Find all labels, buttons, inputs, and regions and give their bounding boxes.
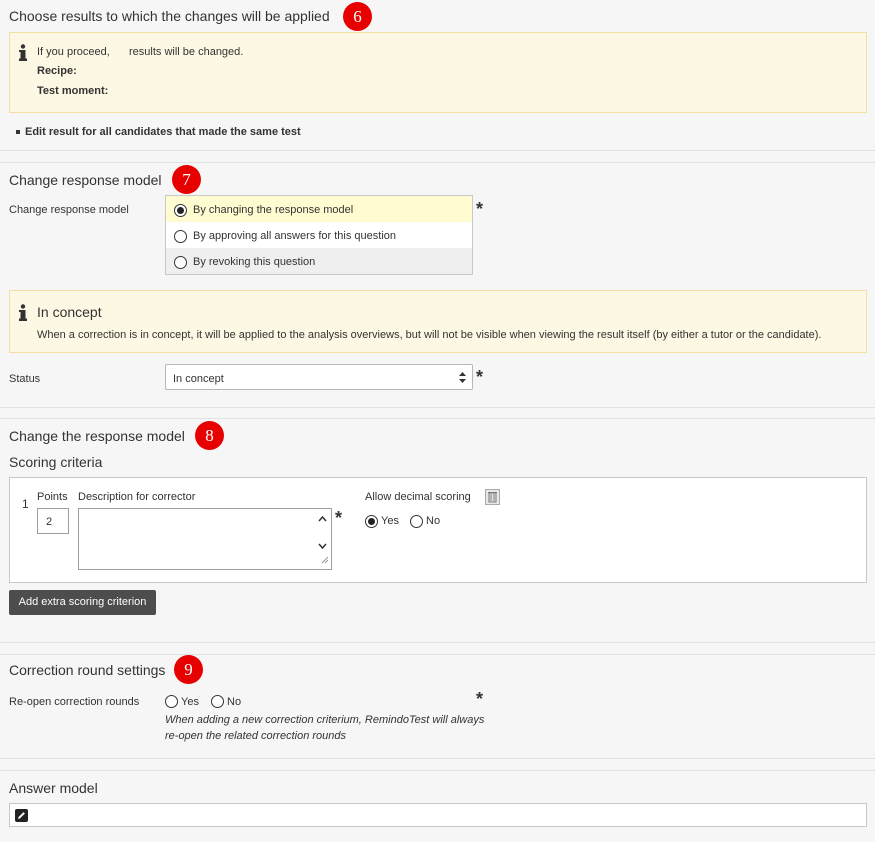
- section-title: Change the response model: [9, 428, 185, 444]
- bullet-icon: [16, 130, 20, 134]
- decimal-scoring-label: Allow decimal scoring: [365, 491, 471, 503]
- description-textarea[interactable]: [78, 508, 332, 570]
- resize-grip-icon[interactable]: [321, 555, 329, 567]
- option-changing-response-model[interactable]: By changing the response model: [166, 196, 472, 222]
- option-label: By changing the response model: [193, 204, 354, 216]
- reopen-hint-line2: re-open the related correction rounds: [165, 730, 346, 742]
- decimal-yes-radio[interactable]: [365, 515, 378, 528]
- scroll-up-icon[interactable]: [318, 513, 327, 525]
- divider: [0, 162, 875, 163]
- field-label: Change response model: [9, 204, 129, 216]
- step-badge: 9: [174, 655, 203, 684]
- decimal-yes-label: Yes: [381, 515, 399, 527]
- radio-button[interactable]: [174, 256, 187, 269]
- divider: [0, 150, 875, 151]
- info-line-suffix: results will be changed.: [129, 46, 244, 58]
- option-approving-all-answers[interactable]: By approving all answers for this questi…: [166, 222, 472, 248]
- divider: [0, 418, 875, 419]
- required-marker: *: [476, 689, 484, 709]
- select-arrows-icon: [459, 372, 466, 386]
- response-model-radio-group: By changing the response model By approv…: [165, 195, 473, 275]
- scroll-down-icon[interactable]: [318, 540, 327, 552]
- pencil-icon[interactable]: [15, 809, 28, 825]
- decimal-no-radio[interactable]: [410, 515, 423, 528]
- step-badge: 7: [172, 165, 201, 194]
- section-title: Choose results to which the changes will…: [9, 8, 330, 24]
- recipe-label: Recipe:: [37, 65, 77, 77]
- divider: [0, 758, 875, 759]
- edit-all-candidates-link[interactable]: Edit result for all candidates that made…: [25, 126, 301, 138]
- description-label: Description for corrector: [78, 491, 196, 503]
- answer-model-title: Answer model: [9, 780, 98, 796]
- radio-button[interactable]: [174, 230, 187, 243]
- status-select[interactable]: In concept: [165, 364, 473, 390]
- info-line-prefix: If you proceed,: [37, 46, 110, 58]
- status-value: In concept: [173, 373, 224, 385]
- section-apply-results: Choose results to which the changes will…: [0, 0, 875, 150]
- test-moment-label: Test moment:: [37, 85, 109, 97]
- reopen-yes-label: Yes: [181, 696, 199, 708]
- criterion-index: 1: [22, 497, 29, 511]
- section-title: Correction round settings: [9, 662, 166, 678]
- divider: [0, 642, 875, 643]
- decimal-no-label: No: [426, 515, 441, 527]
- concept-title: In concept: [37, 304, 102, 320]
- reopen-hint-line1: When adding a new correction criterium, …: [165, 714, 485, 726]
- info-box: If you proceed, results will be changed.…: [9, 32, 867, 113]
- trash-icon[interactable]: [485, 489, 500, 508]
- step-badge: 8: [195, 421, 224, 450]
- status-label: Status: [9, 373, 41, 385]
- step-badge: 6: [343, 2, 372, 31]
- concept-info-box: In concept When a correction is in conce…: [9, 290, 867, 353]
- concept-text: When a correction is in concept, it will…: [37, 329, 822, 341]
- points-value: 2: [46, 516, 53, 528]
- divider: [0, 770, 875, 771]
- required-marker: *: [335, 508, 343, 528]
- scoring-criteria-title: Scoring criteria: [9, 454, 103, 470]
- option-revoking-question[interactable]: By revoking this question: [166, 248, 472, 274]
- scoring-criterion-row: 1 Points 2 Description for corrector * A…: [9, 477, 867, 583]
- divider: [0, 654, 875, 655]
- reopen-label: Re-open correction rounds: [9, 696, 140, 708]
- radio-button[interactable]: [174, 204, 187, 217]
- required-marker: *: [476, 199, 484, 219]
- reopen-yes-radio[interactable]: [165, 695, 178, 708]
- section-title: Change response model: [9, 172, 162, 188]
- info-icon: [19, 44, 27, 65]
- reopen-no-radio[interactable]: [211, 695, 224, 708]
- add-scoring-criterion-button[interactable]: Add extra scoring criterion: [9, 590, 156, 615]
- answer-model-field[interactable]: [9, 803, 867, 827]
- points-label: Points: [37, 491, 68, 503]
- divider: [0, 407, 875, 408]
- reopen-no-label: No: [227, 696, 242, 708]
- option-label: By revoking this question: [193, 256, 316, 268]
- option-label: By approving all answers for this questi…: [193, 230, 396, 242]
- required-marker: *: [476, 367, 484, 387]
- info-icon: [19, 304, 27, 325]
- points-input[interactable]: 2: [37, 508, 69, 534]
